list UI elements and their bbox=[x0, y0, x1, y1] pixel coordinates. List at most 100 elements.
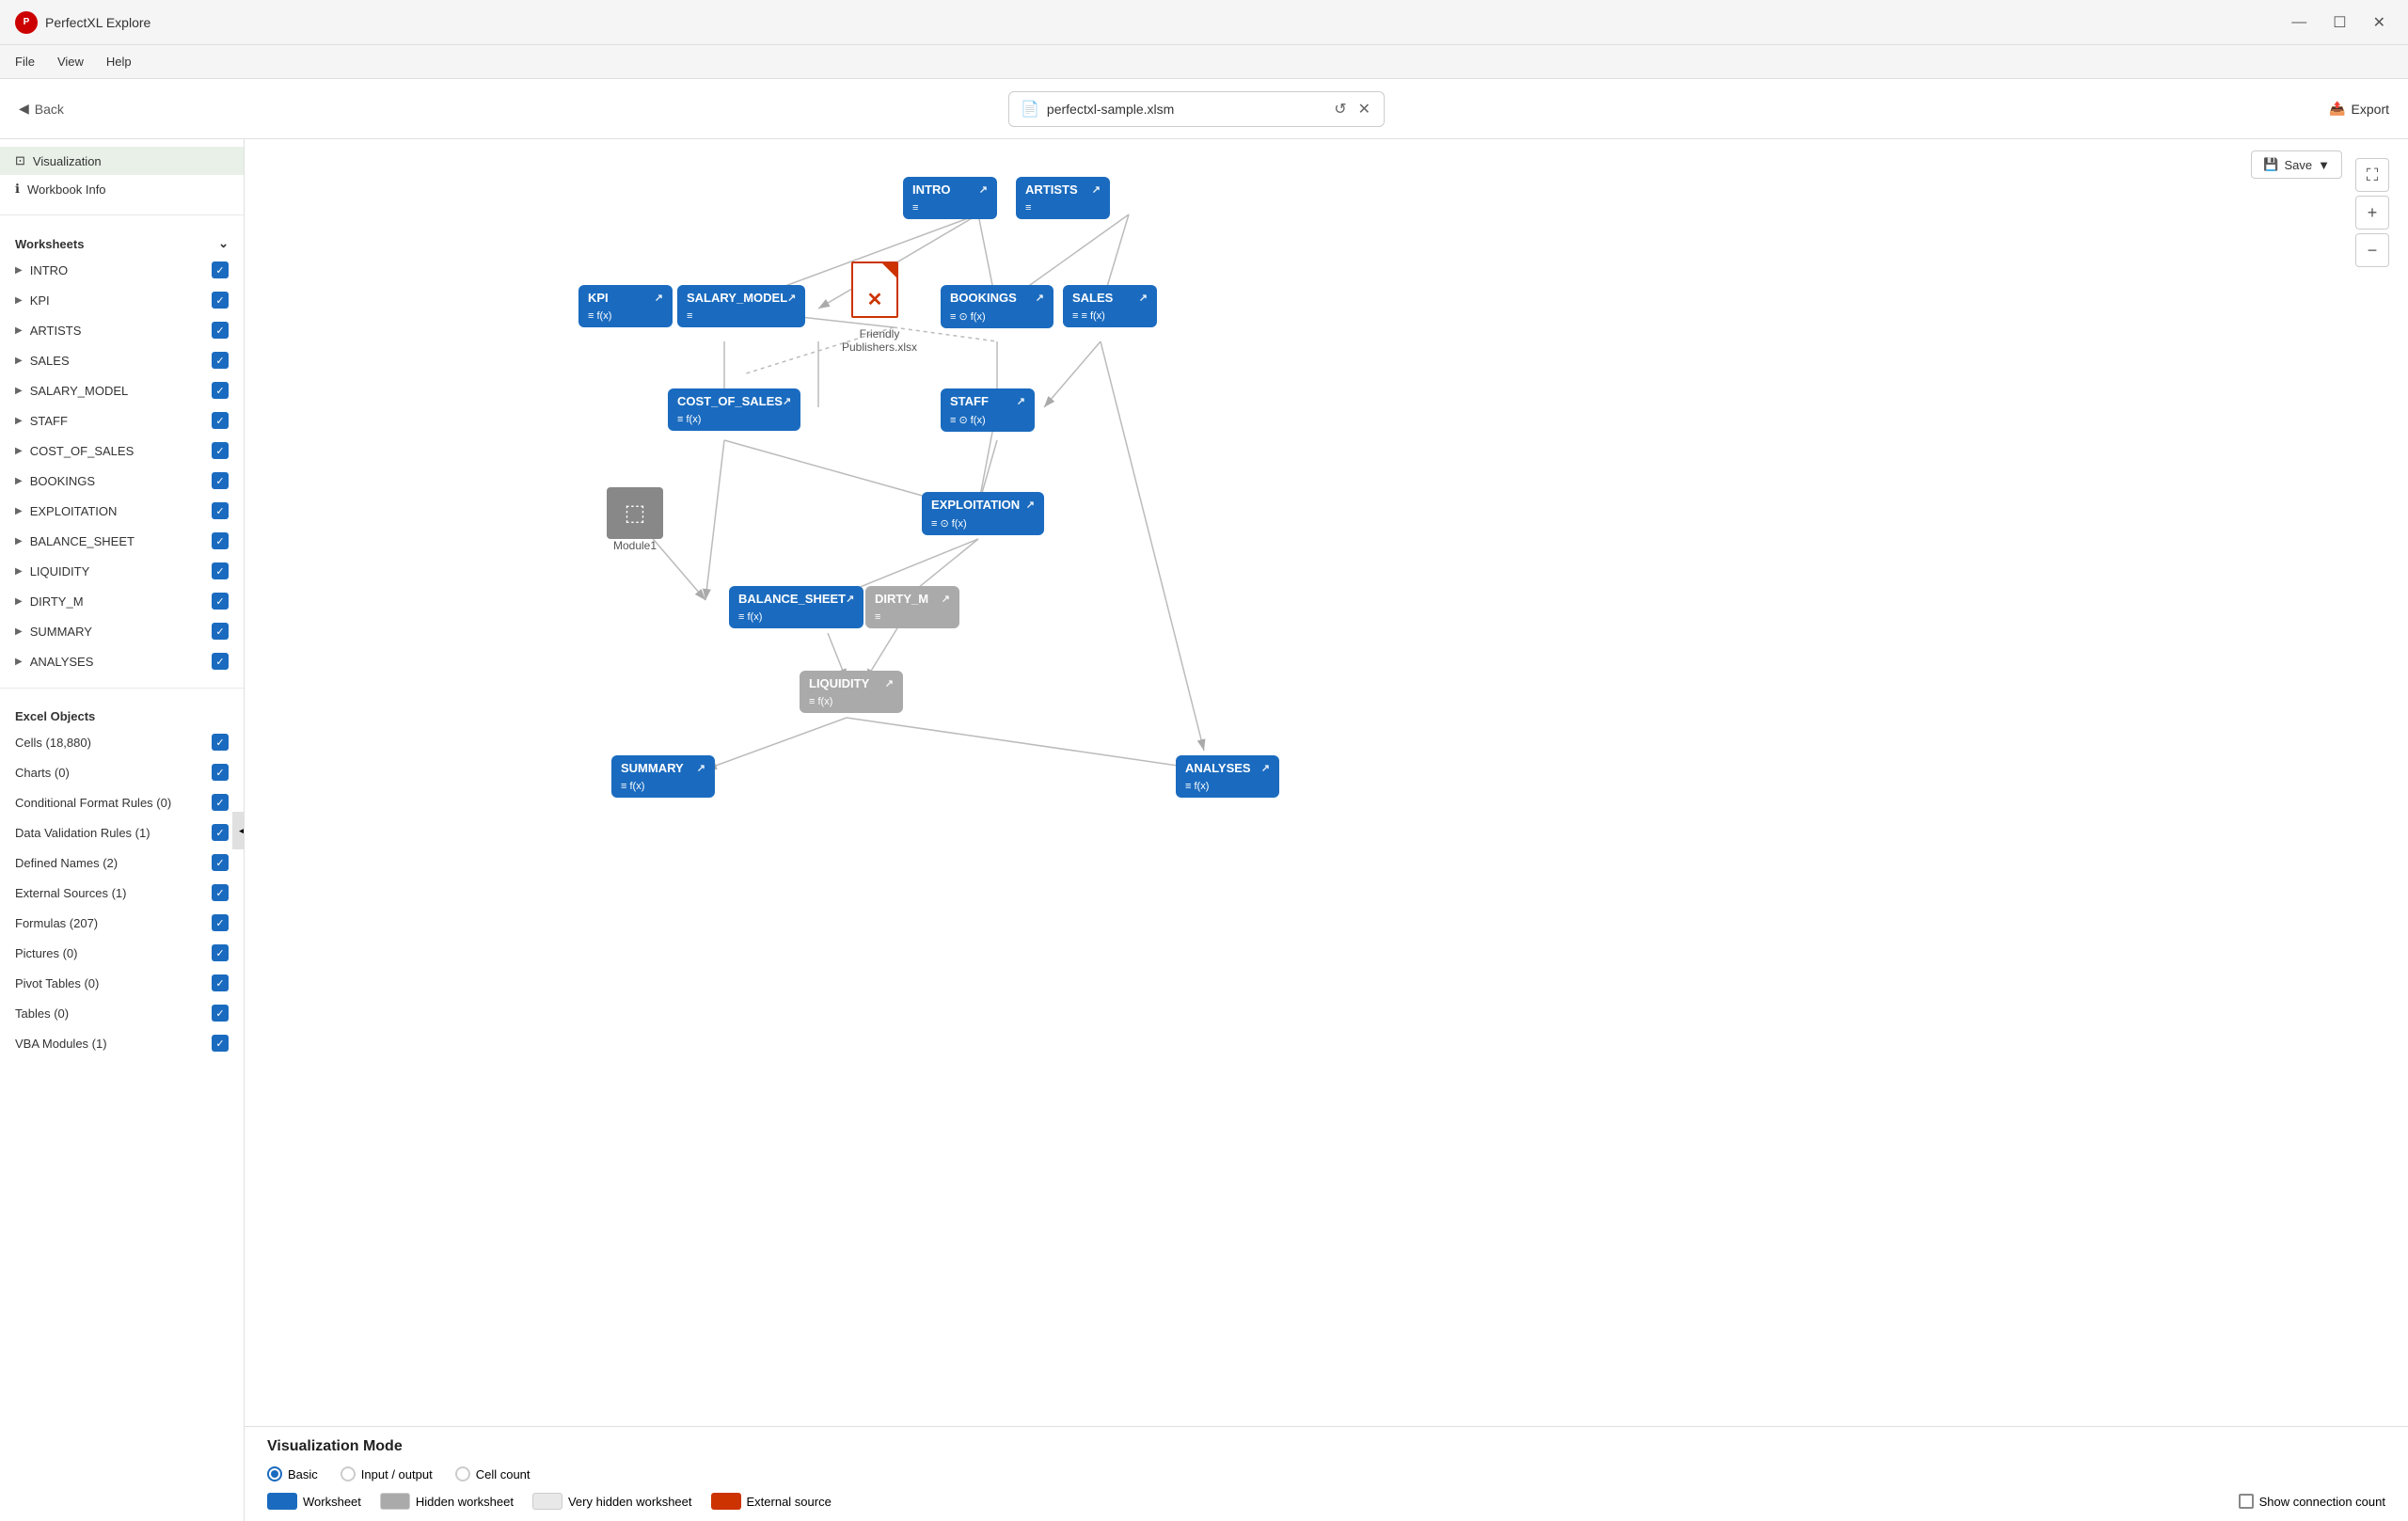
fullscreen-button[interactable]: ⛶ bbox=[2355, 158, 2389, 192]
radio-cell-count[interactable]: Cell count bbox=[455, 1466, 531, 1481]
node-SALARY_MODEL[interactable]: SALARY_MODEL ↗ ≡ bbox=[677, 285, 805, 327]
worksheets-label: Worksheets bbox=[15, 237, 84, 251]
sidebar-excel-object-7[interactable]: Pictures (0) bbox=[0, 938, 244, 968]
external-node-friendly-publishers[interactable]: ✕ Friendly Publishers.xlsx bbox=[823, 261, 936, 354]
node-BALANCE_SHEET[interactable]: BALANCE_SHEET ↗ ≡ f(x) bbox=[729, 586, 863, 628]
excel-object-checkbox-10[interactable] bbox=[212, 1035, 229, 1052]
node-SALES[interactable]: SALES ↗ ≡ ≡ f(x) bbox=[1063, 285, 1157, 327]
worksheet-checkbox-ARTISTS[interactable] bbox=[212, 322, 229, 339]
sidebar-excel-object-0[interactable]: Cells (18,880) bbox=[0, 727, 244, 757]
sheet-arrow-icon: ▶ bbox=[15, 536, 23, 547]
excel-object-checkbox-4[interactable] bbox=[212, 854, 229, 871]
menu-file[interactable]: File bbox=[15, 55, 35, 69]
node-COST_OF_SALES[interactable]: COST_OF_SALES ↗ ≡ f(x) bbox=[668, 388, 800, 431]
sidebar-excel-object-5[interactable]: External Sources (1) bbox=[0, 878, 244, 908]
reload-button[interactable]: ↺ bbox=[1332, 98, 1348, 120]
sidebar-worksheet-ARTISTS[interactable]: ▶ ARTISTS bbox=[0, 315, 244, 345]
sidebar-excel-object-10[interactable]: VBA Modules (1) bbox=[0, 1028, 244, 1058]
export-icon: 📤 bbox=[2329, 101, 2345, 117]
worksheet-checkbox-STAFF[interactable] bbox=[212, 412, 229, 429]
titlebar-controls: — ☐ ✕ bbox=[2284, 9, 2393, 36]
excel-objects-header: Excel Objects bbox=[0, 700, 244, 727]
node-SUMMARY-icons: ≡ f(x) bbox=[621, 781, 644, 792]
radio-input-output[interactable]: Input / output bbox=[341, 1466, 433, 1481]
worksheets-collapse-icon[interactable]: ⌄ bbox=[218, 236, 229, 251]
worksheet-checkbox-ANALYSES[interactable] bbox=[212, 653, 229, 670]
excel-object-checkbox-8[interactable] bbox=[212, 974, 229, 991]
excel-object-checkbox-6[interactable] bbox=[212, 914, 229, 931]
sidebar-worksheet-ANALYSES[interactable]: ▶ ANALYSES bbox=[0, 646, 244, 676]
sidebar-worksheet-SALES[interactable]: ▶ SALES bbox=[0, 345, 244, 375]
node-EXPLOITATION[interactable]: EXPLOITATION ↗ ≡ ⊙ f(x) bbox=[922, 492, 1044, 535]
worksheet-checkbox-COST_OF_SALES[interactable] bbox=[212, 442, 229, 459]
radio-basic[interactable]: Basic bbox=[267, 1466, 318, 1481]
zoom-out-button[interactable]: − bbox=[2355, 233, 2389, 267]
export-button[interactable]: 📤 Export bbox=[2329, 101, 2389, 117]
sidebar-excel-object-2[interactable]: Conditional Format Rules (0) bbox=[0, 787, 244, 817]
node-STAFF[interactable]: STAFF ↗ ≡ ⊙ f(x) bbox=[941, 388, 1035, 432]
save-button[interactable]: 💾 Save ▼ bbox=[2251, 151, 2342, 179]
worksheet-name-BOOKINGS: BOOKINGS bbox=[30, 474, 95, 488]
minimize-button[interactable]: — bbox=[2284, 9, 2314, 36]
excel-object-checkbox-1[interactable] bbox=[212, 764, 229, 781]
worksheet-checkbox-SALARY_MODEL[interactable] bbox=[212, 382, 229, 399]
worksheet-checkbox-SUMMARY[interactable] bbox=[212, 623, 229, 640]
sidebar-worksheet-STAFF[interactable]: ▶ STAFF bbox=[0, 405, 244, 436]
menu-view[interactable]: View bbox=[57, 55, 84, 69]
sidebar-worksheet-KPI[interactable]: ▶ KPI bbox=[0, 285, 244, 315]
divider-2 bbox=[0, 688, 244, 689]
node-SUMMARY-link-icon: ↗ bbox=[697, 762, 705, 774]
excel-object-checkbox-7[interactable] bbox=[212, 944, 229, 961]
sidebar-worksheet-COST_OF_SALES[interactable]: ▶ COST_OF_SALES bbox=[0, 436, 244, 466]
sidebar-worksheet-BOOKINGS[interactable]: ▶ BOOKINGS bbox=[0, 466, 244, 496]
sidebar-excel-object-8[interactable]: Pivot Tables (0) bbox=[0, 968, 244, 998]
node-INTRO[interactable]: INTRO ↗ ≡ bbox=[903, 177, 997, 219]
node-ANALYSES[interactable]: ANALYSES ↗ ≡ f(x) bbox=[1176, 755, 1279, 798]
canvas-area[interactable]: 💾 Save ▼ ⛶ + − INTRO ↗ ≡ bbox=[245, 139, 2408, 1426]
node-SUMMARY[interactable]: SUMMARY ↗ ≡ f(x) bbox=[611, 755, 715, 798]
sidebar-worksheet-SALARY_MODEL[interactable]: ▶ SALARY_MODEL bbox=[0, 375, 244, 405]
worksheet-checkbox-EXPLOITATION[interactable] bbox=[212, 502, 229, 519]
excel-object-name-2: Conditional Format Rules (0) bbox=[15, 796, 171, 810]
sidebar-excel-object-4[interactable]: Defined Names (2) bbox=[0, 848, 244, 878]
sidebar-excel-object-6[interactable]: Formulas (207) bbox=[0, 908, 244, 938]
node-DIRTY_M[interactable]: DIRTY_M ↗ ≡ bbox=[865, 586, 959, 628]
sidebar-excel-object-1[interactable]: Charts (0) bbox=[0, 757, 244, 787]
show-connection-count-container[interactable]: Show connection count bbox=[2239, 1494, 2385, 1509]
worksheet-checkbox-BOOKINGS[interactable] bbox=[212, 472, 229, 489]
sidebar-excel-object-9[interactable]: Tables (0) bbox=[0, 998, 244, 1028]
sidebar-worksheet-DIRTY_M[interactable]: ▶ DIRTY_M bbox=[0, 586, 244, 616]
sidebar-collapse-handle[interactable]: ◀ bbox=[232, 812, 245, 849]
sidebar-worksheet-LIQUIDITY[interactable]: ▶ LIQUIDITY bbox=[0, 556, 244, 586]
close-button[interactable]: ✕ bbox=[2366, 9, 2393, 36]
worksheet-checkbox-DIRTY_M[interactable] bbox=[212, 593, 229, 610]
sidebar-worksheet-BALANCE_SHEET[interactable]: ▶ BALANCE_SHEET bbox=[0, 526, 244, 556]
node-LIQUIDITY[interactable]: LIQUIDITY ↗ ≡ f(x) bbox=[800, 671, 903, 713]
worksheet-checkbox-SALES[interactable] bbox=[212, 352, 229, 369]
module-node-module1[interactable]: ⬚ Module1 bbox=[607, 487, 663, 552]
worksheet-checkbox-LIQUIDITY[interactable] bbox=[212, 562, 229, 579]
sidebar-item-visualization[interactable]: ⊡ Visualization bbox=[0, 147, 244, 175]
excel-object-checkbox-9[interactable] bbox=[212, 1005, 229, 1022]
sidebar-worksheet-SUMMARY[interactable]: ▶ SUMMARY bbox=[0, 616, 244, 646]
sidebar-excel-object-3[interactable]: Data Validation Rules (1) bbox=[0, 817, 244, 848]
excel-object-checkbox-3[interactable] bbox=[212, 824, 229, 841]
back-button[interactable]: ◀ Back bbox=[19, 101, 64, 117]
sidebar-worksheet-INTRO[interactable]: ▶ INTRO bbox=[0, 255, 244, 285]
worksheet-checkbox-INTRO[interactable] bbox=[212, 261, 229, 278]
zoom-in-button[interactable]: + bbox=[2355, 196, 2389, 230]
menu-help[interactable]: Help bbox=[106, 55, 132, 69]
sidebar-item-workbook-info[interactable]: ℹ Workbook Info bbox=[0, 175, 244, 203]
maximize-button[interactable]: ☐ bbox=[2325, 9, 2353, 36]
node-BOOKINGS[interactable]: BOOKINGS ↗ ≡ ⊙ f(x) bbox=[941, 285, 1054, 328]
show-connection-count-checkbox[interactable] bbox=[2239, 1494, 2254, 1509]
excel-object-checkbox-2[interactable] bbox=[212, 794, 229, 811]
sidebar-worksheet-EXPLOITATION[interactable]: ▶ EXPLOITATION bbox=[0, 496, 244, 526]
worksheet-checkbox-BALANCE_SHEET[interactable] bbox=[212, 532, 229, 549]
node-KPI[interactable]: KPI ↗ ≡ f(x) bbox=[578, 285, 673, 327]
excel-object-checkbox-0[interactable] bbox=[212, 734, 229, 751]
excel-object-checkbox-5[interactable] bbox=[212, 884, 229, 901]
file-close-button[interactable]: ✕ bbox=[1356, 98, 1372, 120]
worksheet-checkbox-KPI[interactable] bbox=[212, 292, 229, 309]
node-ARTISTS[interactable]: ARTISTS ↗ ≡ bbox=[1016, 177, 1110, 219]
